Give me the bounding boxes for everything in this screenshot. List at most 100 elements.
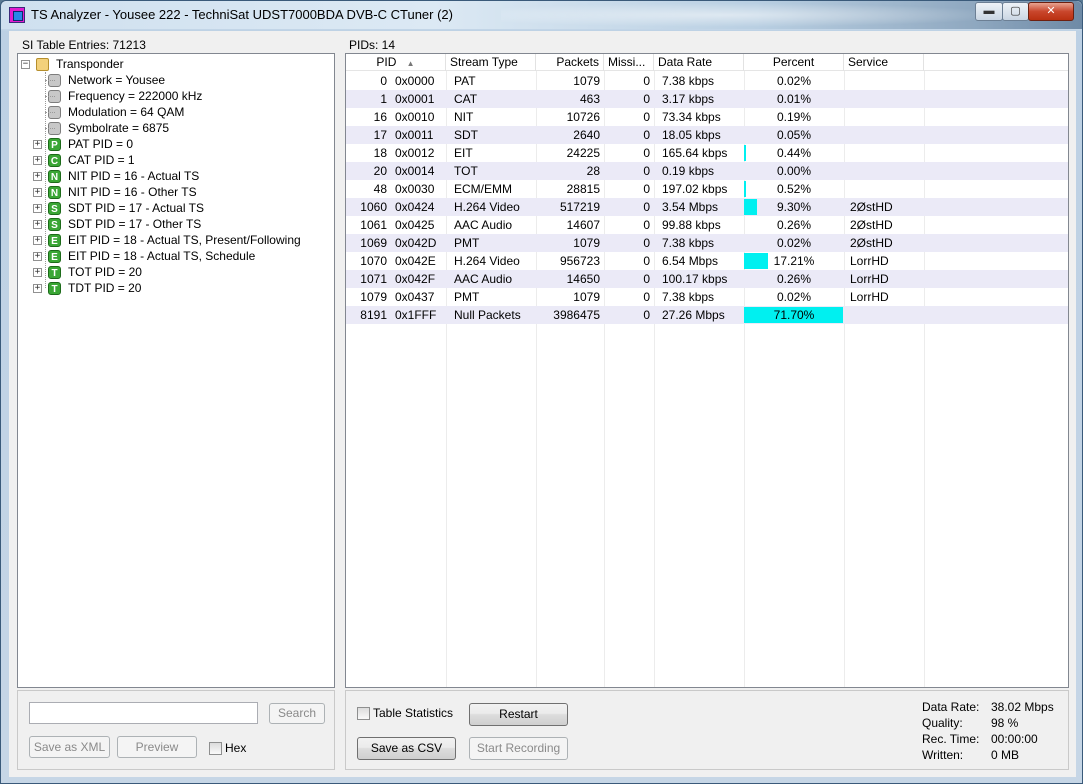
tree-item[interactable]: + T TOT PID = 20 [33, 264, 142, 280]
pid-cell: 20 [373, 164, 387, 178]
table-row[interactable]: 1079 0x0437 PMT 1079 0 7.38 kbps 0.02% LorrHD [346, 288, 1068, 306]
table-row[interactable]: 1070 0x042E H.264 Video 956723 0 6.54 Mbps 17.… [346, 252, 1068, 270]
client-area: SI Table Entries: 71213 PIDs: 14 − Transp… [9, 31, 1076, 777]
pid-hex-cell: 0x042F [395, 272, 436, 286]
table-type-icon: C [48, 153, 61, 167]
tree-item[interactable]: + N NIT PID = 16 - Actual TS [33, 168, 199, 184]
expand-icon[interactable]: + [33, 203, 42, 213]
expand-icon[interactable]: + [33, 171, 42, 181]
column-header[interactable]: Data Rate [654, 54, 744, 71]
packets-cell: 14607 [566, 218, 600, 232]
restart-button[interactable]: Restart [469, 703, 568, 726]
search-button[interactable]: Search [269, 703, 325, 724]
column-header[interactable]: Packets [536, 54, 604, 71]
column-header-label: Percent [772, 55, 815, 69]
table-row[interactable]: 1071 0x042F AAC Audio 14650 0 100.17 kbps 0.26… [346, 270, 1068, 288]
packets-cell: 2640 [573, 128, 600, 142]
table-row[interactable]: 1 0x0001 CAT 463 0 3.17 kbps 0.01% [346, 90, 1068, 108]
missing-cell: 0 [643, 236, 650, 250]
table-row[interactable]: 8191 0x1FFF Null Packets 3986475 0 27.26 Mbps… [346, 306, 1068, 324]
tree-item[interactable]: + E EIT PID = 18 - Actual TS, Schedule [33, 248, 255, 264]
tree-item[interactable]: + S SDT PID = 17 - Other TS [33, 216, 201, 232]
expand-icon[interactable]: + [33, 139, 42, 149]
preview-button[interactable]: Preview [117, 736, 197, 758]
title-bar[interactable]: TS Analyzer - Yousee 222 - TechniSat UDS… [1, 1, 1082, 29]
tree-item[interactable]: + S SDT PID = 17 - Actual TS [33, 200, 204, 216]
table-row[interactable]: 0 0x0000 PAT 1079 0 7.38 kbps 0.02% [346, 72, 1068, 90]
table-row[interactable]: 1061 0x0425 AAC Audio 14607 0 99.88 kbps 0.26%… [346, 216, 1068, 234]
percent-text: 0.00% [776, 164, 812, 178]
expand-icon[interactable]: + [33, 251, 42, 261]
app-icon[interactable] [9, 7, 25, 23]
tree-item[interactable]: − Transponder [21, 56, 124, 72]
tree-item[interactable]: + P PAT PID = 0 [33, 136, 133, 152]
tree-item-label: Symbolrate = 6875 [68, 121, 170, 135]
save-as-csv-button[interactable]: Save as CSV [357, 737, 456, 760]
table-type-icon: P [48, 137, 61, 151]
maximize-button[interactable]: ▢ [1002, 2, 1029, 21]
tree-item[interactable]: + C CAT PID = 1 [33, 152, 135, 168]
pid-cell: 8191 [360, 308, 387, 322]
table-row[interactable]: 20 0x0014 TOT 28 0 0.19 kbps 0.00% [346, 162, 1068, 180]
stream-type-cell: PMT [454, 236, 480, 250]
quality-label: Quality: [922, 716, 963, 730]
si-tree-view[interactable]: − Transponder Network = Yousee Frequency = … [17, 53, 335, 688]
expand-icon[interactable]: + [33, 235, 42, 245]
column-header-label: Data Rate [658, 55, 713, 69]
pid-hex-cell: 0x0424 [395, 200, 435, 214]
expand-icon[interactable]: + [33, 187, 42, 197]
pid-hex-cell: 0x0425 [395, 218, 435, 232]
si-table-entries-label: SI Table Entries: 71213 [22, 38, 146, 52]
table-row[interactable]: 48 0x0030 ECM/EMM 28815 0 197.02 kbps 0.52% [346, 180, 1068, 198]
rec-time-value: 00:00:00 [991, 732, 1038, 746]
pid-cell: 1070 [360, 254, 387, 268]
column-header[interactable]: PID ▲ [346, 54, 446, 71]
percent-cell: 0.52% [744, 180, 844, 198]
table-statistics-checkbox[interactable] [357, 707, 370, 720]
tree-item[interactable]: Frequency = 222000 kHz [33, 88, 202, 104]
collapse-icon[interactable]: − [21, 59, 30, 69]
start-recording-button[interactable]: Start Recording [469, 737, 568, 760]
tree-item[interactable]: + N NIT PID = 16 - Other TS [33, 184, 197, 200]
tree-item[interactable]: Modulation = 64 QAM [33, 104, 184, 120]
column-header[interactable]: Missi... [604, 54, 654, 71]
tree-item-label: CAT PID = 1 [68, 153, 135, 167]
pid-cell: 1 [380, 92, 387, 106]
missing-cell: 0 [643, 146, 650, 160]
tree-item-label: EIT PID = 18 - Actual TS, Present/Follow… [68, 233, 301, 247]
table-type-icon: E [48, 249, 61, 263]
table-row[interactable]: 18 0x0012 EIT 24225 0 165.64 kbps 0.44% [346, 144, 1068, 162]
tree-item[interactable]: + E EIT PID = 18 - Actual TS, Present/Foll… [33, 232, 301, 248]
hex-checkbox[interactable] [209, 742, 222, 755]
tree-item[interactable]: + T TDT PID = 20 [33, 280, 141, 296]
table-type-icon: N [48, 185, 61, 199]
maximize-icon: ▢ [1010, 5, 1021, 17]
column-header[interactable]: Service [844, 54, 924, 71]
close-button[interactable]: ✕ [1028, 2, 1074, 21]
tree-item[interactable]: Symbolrate = 6875 [33, 120, 169, 136]
save-as-xml-button[interactable]: Save as XML [29, 736, 110, 758]
percent-cell: 0.00% [744, 162, 844, 180]
pid-hex-cell: 0x042E [395, 254, 436, 268]
table-row[interactable]: 17 0x0011 SDT 2640 0 18.05 kbps 0.05% [346, 126, 1068, 144]
minimize-button[interactable]: ▬ [975, 2, 1003, 21]
pid-hex-cell: 0x0012 [395, 146, 435, 160]
table-row[interactable]: 1060 0x0424 H.264 Video 517219 0 3.54 Mbps 9.3… [346, 198, 1068, 216]
table-row[interactable]: 1069 0x042D PMT 1079 0 7.38 kbps 0.02% 2ØstHD [346, 234, 1068, 252]
service-cell [844, 108, 924, 126]
missing-cell: 0 [643, 74, 650, 88]
tree-item[interactable]: Network = Yousee [33, 72, 165, 88]
column-header[interactable]: Stream Type [446, 54, 536, 71]
table-row[interactable]: 16 0x0010 NIT 10726 0 73.34 kbps 0.19% [346, 108, 1068, 126]
pid-table[interactable]: PID ▲ Stream Type Packets Missi... Data Rate… [345, 53, 1069, 688]
pid-hex-cell: 0x0010 [395, 110, 435, 124]
column-header[interactable]: Percent [744, 54, 844, 71]
pid-hex-cell: 0x0437 [395, 290, 435, 304]
search-input[interactable] [29, 702, 258, 724]
tree-item-label: PAT PID = 0 [68, 137, 134, 151]
expand-icon[interactable]: + [33, 219, 42, 229]
percent-cell: 0.26% [744, 270, 844, 288]
expand-icon[interactable]: + [33, 155, 42, 165]
expand-icon[interactable]: + [33, 267, 42, 277]
expand-icon[interactable]: + [33, 283, 42, 293]
